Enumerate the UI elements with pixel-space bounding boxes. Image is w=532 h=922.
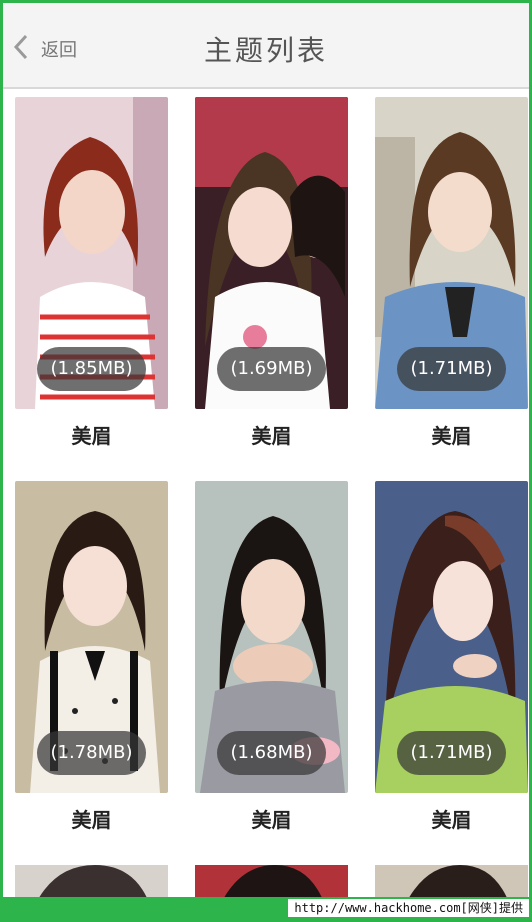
theme-thumbnail: (1.71MB): [375, 481, 528, 793]
theme-name: 美眉: [431, 808, 472, 832]
theme-name: 美眉: [431, 424, 472, 448]
theme-card-partial[interactable]: [375, 865, 528, 897]
file-size-badge: (1.71MB): [397, 731, 506, 775]
file-size-badge: (1.85MB): [37, 347, 146, 391]
app-header: 返回 主题列表: [3, 3, 529, 89]
theme-name: 美眉: [71, 424, 112, 448]
theme-thumbnail: (1.85MB): [15, 97, 168, 409]
file-size-badge: (1.71MB): [397, 347, 506, 391]
watermark-text: http://www.hackhome.com[网侠]提供: [288, 899, 529, 917]
theme-thumbnail: (1.78MB): [15, 481, 168, 793]
theme-name: 美眉: [251, 808, 292, 832]
theme-thumbnail: (1.68MB): [195, 481, 348, 793]
file-size-badge: (1.68MB): [217, 731, 326, 775]
file-size-badge: (1.78MB): [37, 731, 146, 775]
theme-grid: (1.85MB) 美眉 (1.69MB) 美眉 (1.71MB) 美眉 (1.7…: [3, 89, 529, 897]
file-size-badge: (1.69MB): [217, 347, 326, 391]
theme-name: 美眉: [251, 424, 292, 448]
theme-name: 美眉: [71, 808, 112, 832]
theme-card-partial[interactable]: [195, 865, 348, 897]
watermark-bar: http://www.hackhome.com[网侠]提供: [3, 897, 529, 919]
page-title: 主题列表: [203, 34, 328, 67]
theme-thumbnail: (1.69MB): [195, 97, 348, 409]
theme-card-partial[interactable]: [15, 865, 168, 897]
theme-thumbnail: (1.71MB): [375, 97, 528, 409]
